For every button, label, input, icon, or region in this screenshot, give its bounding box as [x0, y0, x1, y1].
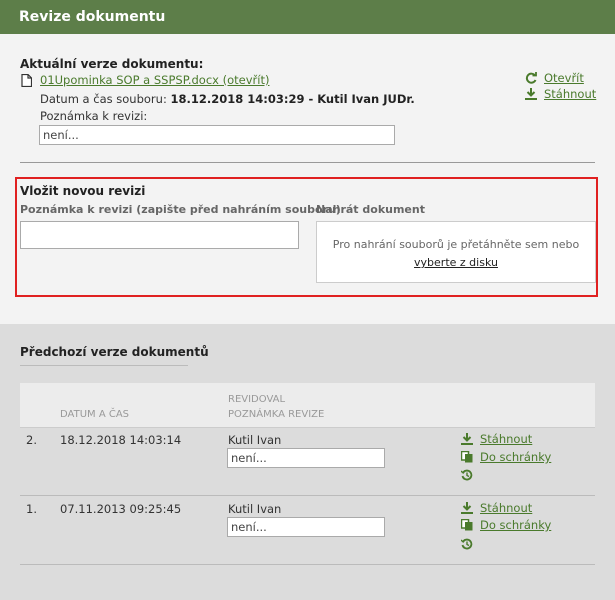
history-icon[interactable] [461, 538, 473, 550]
current-version-title: Aktuální verze dokumentu: [20, 57, 204, 71]
file-meta-label: Datum a čas souboru: [40, 92, 171, 106]
history-icon[interactable] [461, 469, 473, 481]
upload-label: Nahrát dokument [316, 203, 425, 216]
download-link[interactable]: Stáhnout [544, 87, 596, 101]
clipboard-icon [461, 451, 473, 463]
current-note-label: Poznámka k revizi: [40, 109, 148, 123]
column-note: POZNÁMKA REVIZE [228, 409, 325, 420]
table-header [20, 383, 595, 427]
clipboard-icon [461, 519, 473, 531]
file-drop-zone[interactable]: Pro nahrání souborů je přetáhněte sem ne… [316, 221, 596, 283]
new-note-input[interactable] [20, 221, 299, 249]
file-meta: Datum a čas souboru: 18.12.2018 14:03:29… [40, 92, 415, 106]
previous-title-underline [20, 365, 188, 366]
file-meta-value: 18.12.2018 14:03:29 - Kutil Ivan JUDr. [170, 92, 415, 106]
page-title: Revize dokumentu [19, 9, 166, 25]
row-reviewer: Kutil Ivan [228, 433, 282, 447]
row-clipboard-link[interactable]: Do schránky [480, 450, 551, 464]
previous-versions-title: Předchozí verze dokumentů [20, 345, 209, 359]
divider [20, 162, 595, 163]
drop-zone-text: Pro nahrání souborů je přetáhněte sem ne… [332, 238, 580, 251]
row-date: 18.12.2018 14:03:14 [60, 433, 182, 447]
row-divider [20, 564, 595, 565]
column-reviewer: REVIDOVAL [228, 394, 286, 405]
refresh-icon [525, 72, 537, 84]
current-note-input[interactable] [39, 125, 395, 145]
new-note-label: Poznámka k revizi (zapište před nahráním… [20, 203, 341, 216]
row-note-input[interactable] [227, 517, 385, 537]
row-download-link[interactable]: Stáhnout [480, 432, 532, 446]
row-reviewer: Kutil Ivan [228, 502, 282, 516]
download-icon [461, 502, 473, 514]
row-date: 07.11.2013 09:25:45 [60, 502, 182, 516]
new-revision-title: Vložit novou revizi [20, 184, 146, 198]
open-link[interactable]: Otevřít [544, 71, 584, 85]
row-clipboard-link[interactable]: Do schránky [480, 518, 551, 532]
row-note-input[interactable] [227, 448, 385, 468]
row-number: 1. [26, 502, 37, 516]
select-from-disk-link[interactable]: vyberte z disku [414, 256, 498, 269]
document-icon [21, 74, 32, 87]
download-icon [461, 433, 473, 445]
row-number: 2. [26, 433, 37, 447]
download-icon [525, 88, 537, 100]
page-header: Revize dokumentu [0, 0, 615, 34]
current-file-link[interactable]: 01Upominka SOP a SSPSP.docx (otevřít) [40, 73, 269, 87]
row-download-link[interactable]: Stáhnout [480, 501, 532, 515]
column-date: DATUM A ČAS [60, 409, 130, 420]
